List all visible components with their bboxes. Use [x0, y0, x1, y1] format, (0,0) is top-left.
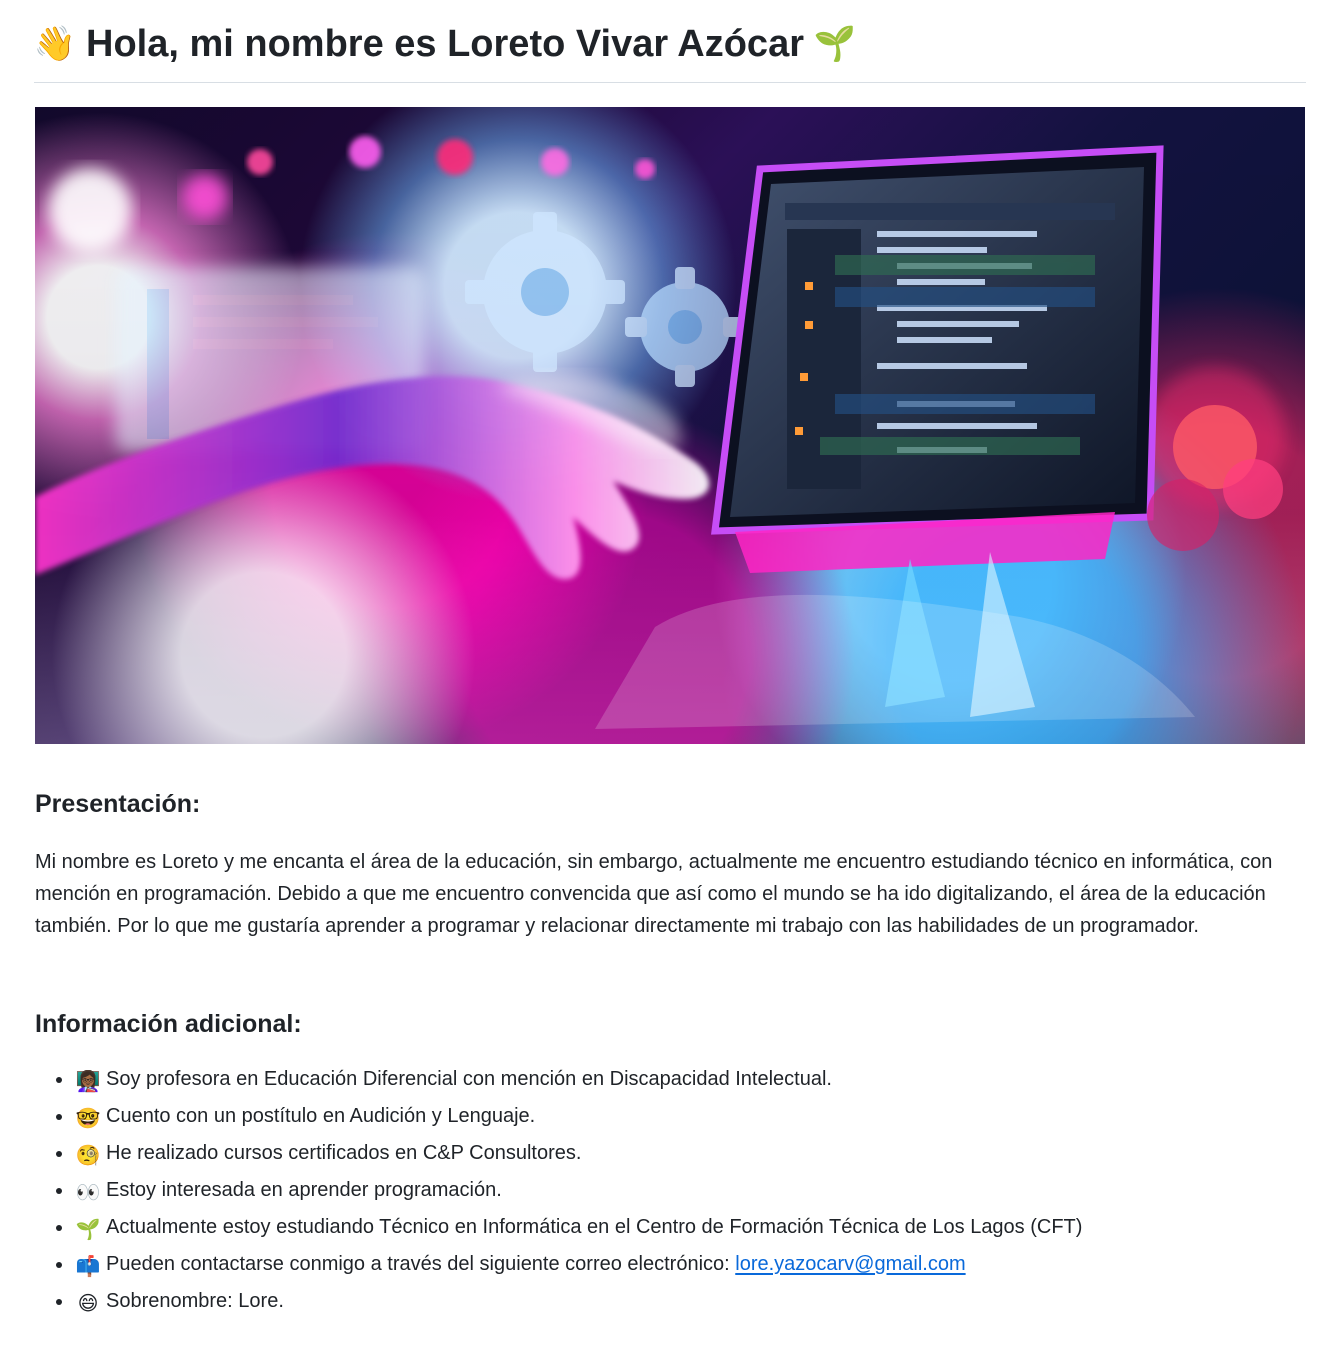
- seedling-icon: 🌱: [75, 1219, 101, 1241]
- info-item-sobrenombre: 😄 Sobrenombre: Lore.: [56, 1283, 1276, 1320]
- info-item-text: Pueden contactarse conmigo a través del …: [106, 1253, 736, 1275]
- info-item-text: Cuento con un postítulo en Audición y Le…: [106, 1105, 536, 1127]
- email-link[interactable]: lore.yazocarv@gmail.com: [735, 1253, 965, 1275]
- readme-header: 👋 Hola, mi nombre es Loreto Vivar Azócar…: [34, 18, 1306, 83]
- mailbox-icon: 📫: [75, 1256, 101, 1278]
- info-item-text: Soy profesora en Educación Diferencial c…: [106, 1068, 832, 1090]
- info-item-text: He realizado cursos certificados en C&P …: [106, 1142, 582, 1164]
- teacher-icon: 👩🏾‍🏫: [75, 1071, 101, 1093]
- hero-illustration: [35, 136, 1285, 729]
- info-item-text: Actualmente estoy estudiando Técnico en …: [106, 1216, 1083, 1238]
- face-with-monocle-icon: 🧐: [75, 1145, 101, 1167]
- informacion-heading: Información adicional:: [35, 1010, 302, 1038]
- readme-page: 👋 Hola, mi nombre es Loreto Vivar Azócar…: [0, 0, 1328, 1346]
- waving-hand-icon: 👋: [33, 25, 77, 63]
- info-item-text: Sobrenombre: Lore.: [106, 1290, 284, 1312]
- informacion-list: 👩🏾‍🏫 Soy profesora en Educación Diferenci…: [56, 1061, 1276, 1320]
- presentacion-paragraph: Mi nombre es Loreto y me encanta el área…: [35, 851, 1273, 937]
- laptop-stand: [595, 512, 1195, 729]
- info-item-profesora: 👩🏾‍🏫 Soy profesora en Educación Diferenci…: [56, 1061, 1276, 1098]
- info-item-programacion: 👀 Estoy interesada en aprender programaci…: [56, 1172, 1276, 1209]
- laptop-screen: [711, 145, 1164, 535]
- info-item-estudios: 🌱 Actualmente estoy estudiando Técnico en…: [56, 1209, 1276, 1246]
- grinning-face-icon: 😄: [77, 1293, 99, 1315]
- nerd-face-icon: 🤓: [75, 1108, 101, 1130]
- hero-banner-image: [35, 107, 1305, 744]
- info-item-text: Estoy interesada en aprender programació…: [106, 1179, 502, 1201]
- info-item-postitulo: 🤓 Cuento con un postítulo en Audición y L…: [56, 1098, 1276, 1135]
- gear-icons: [465, 212, 745, 387]
- seedling-icon: 🌱: [813, 25, 857, 63]
- info-item-cursos: 🧐 He realizado cursos certificados en C&P…: [56, 1135, 1276, 1172]
- presentacion-heading: Presentación:: [35, 790, 201, 818]
- page-title: 👋 Hola, mi nombre es Loreto Vivar Azócar…: [34, 18, 1306, 70]
- page-title-text: Hola, mi nombre es Loreto Vivar Azócar: [86, 23, 804, 65]
- eyes-icon: 👀: [75, 1182, 101, 1204]
- info-item-contacto: 📫 Pueden contactarse conmigo a través del…: [56, 1246, 1276, 1283]
